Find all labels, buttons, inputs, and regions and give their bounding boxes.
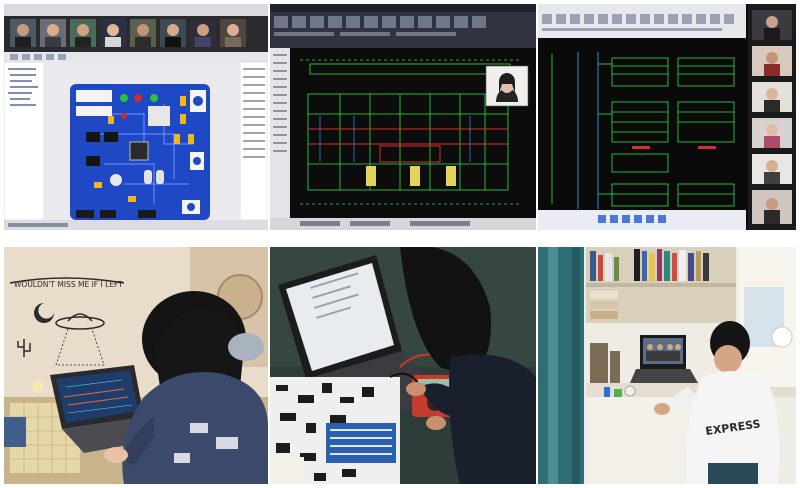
dorm-desk-photo: EXPRESS: [538, 247, 796, 484]
photo-collage: WOULDN'T MISS ME IF I LEFT EXPRESS: [0, 0, 800, 488]
cad-floorplan-screenshot: [270, 4, 536, 230]
wall-text: WOULDN'T MISS ME IF I LEFT: [14, 280, 123, 289]
schematic-screenshot: [538, 4, 796, 230]
pcb-design-screenshot: [4, 4, 268, 230]
pcb-board: [70, 84, 210, 220]
layer-panel: [270, 48, 290, 230]
multimeter-photo: [270, 247, 536, 484]
project-tree: [4, 61, 45, 221]
student-laptop-photo: WOULDN'T MISS ME IF I LEFT: [4, 247, 268, 484]
